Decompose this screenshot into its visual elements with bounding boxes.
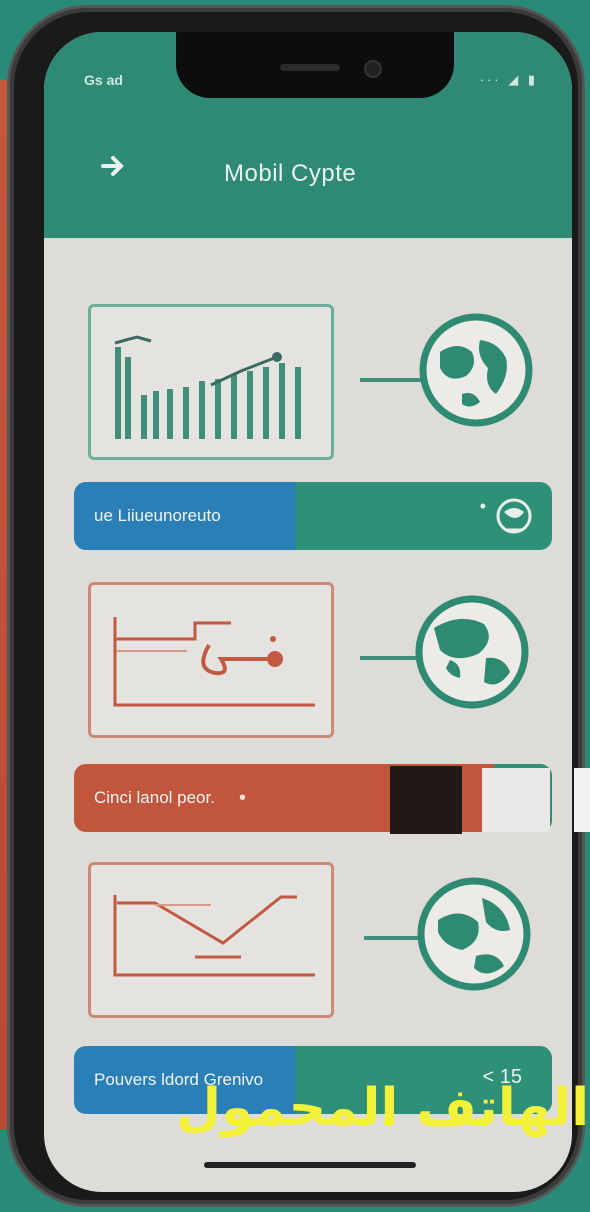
status-icons: ··· ◢ ▮ (479, 72, 538, 87)
back-button[interactable] (94, 150, 134, 182)
chart-card-flow[interactable] (88, 582, 334, 738)
globe-badge-icon (496, 498, 532, 534)
banner-label: Pouvers ldord Grenivo (94, 1070, 264, 1089)
front-camera (364, 60, 382, 78)
phone-screen: Gs ad ··· ◢ ▮ Mobil Cypte ue Liiueunoreu… (44, 32, 572, 1192)
globe-icon (417, 877, 531, 991)
connector-line (360, 378, 424, 382)
phone-frame: Gs ad ··· ◢ ▮ Mobil Cypte ue Liiueunoreu… (10, 8, 582, 1204)
arrow-icon (101, 156, 124, 176)
status-time: Gs ad (84, 72, 123, 88)
overlay-block-light (574, 768, 590, 832)
bar-chart-icon (114, 335, 301, 439)
line-chart-icon (113, 895, 315, 977)
globe-icon (415, 595, 529, 709)
banner-flow[interactable]: Cinci lanol peor. • (74, 764, 552, 832)
chart-card-growth[interactable] (88, 304, 334, 460)
globe-icon (419, 313, 533, 427)
banner-label: ue Liiueunoreuto (94, 506, 221, 525)
banner-growth[interactable]: ue Liiueunoreuto • (74, 482, 552, 550)
overlay-block-light (482, 768, 550, 832)
speaker (280, 64, 340, 71)
chart-card-dip[interactable] (88, 862, 334, 1018)
home-indicator[interactable] (204, 1162, 416, 1168)
notch (176, 32, 454, 98)
app-header: Gs ad ··· ◢ ▮ Mobil Cypte (44, 32, 572, 238)
page-title: Mobil Cypte (224, 160, 357, 187)
dot-icon: • (238, 786, 246, 809)
sparkle-icon: • (479, 496, 486, 516)
overlay-block-dark (390, 766, 462, 834)
chevron-left-icon: < 15 (482, 1066, 522, 1088)
flow-chart-icon (113, 617, 315, 707)
banner-label: Cinci lanol peor. (94, 788, 215, 807)
